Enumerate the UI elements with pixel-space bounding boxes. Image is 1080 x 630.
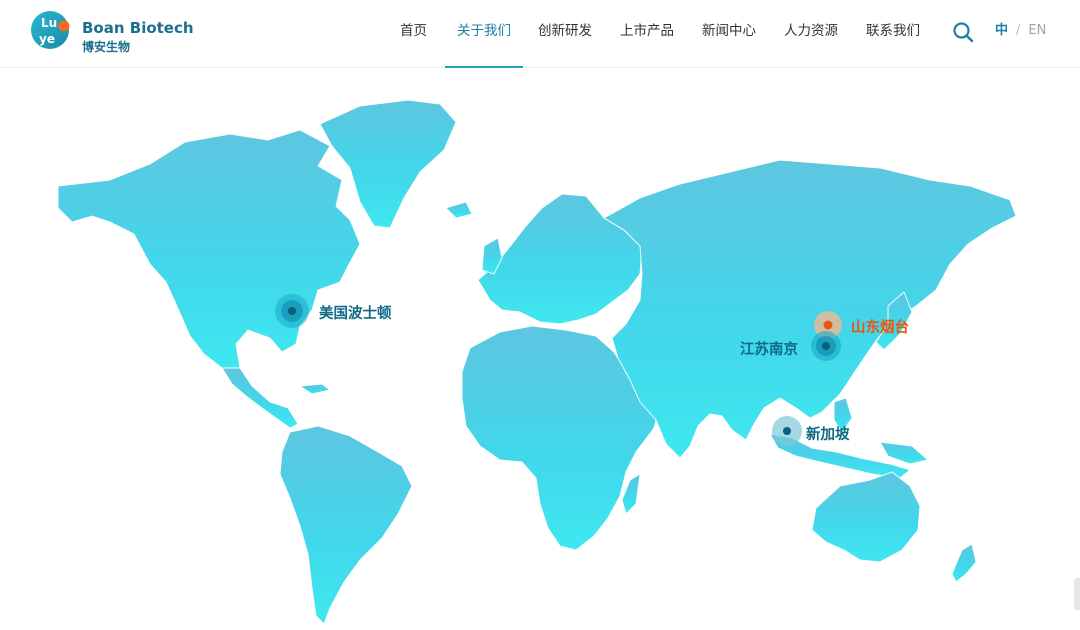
- continent-asia: [603, 159, 1017, 459]
- svg-text:ye: ye: [39, 32, 55, 46]
- brand-name-cn: 博安生物: [82, 40, 131, 54]
- region-central-america: [221, 367, 299, 429]
- marker-boston[interactable]: [275, 294, 309, 328]
- luye-logo-icon: Lu ye: [31, 11, 70, 49]
- brand-name-en: Boan Biotech: [82, 19, 194, 37]
- brand-logo[interactable]: Lu ye Boan Biotech 博安生物: [30, 8, 194, 58]
- region-new-guinea: [879, 441, 929, 465]
- region-new-zealand: [951, 543, 977, 583]
- continent-south-america: [279, 425, 413, 625]
- nav-hr[interactable]: 人力资源: [784, 0, 838, 67]
- nav-contact[interactable]: 联系我们: [866, 0, 920, 67]
- region-iceland: [445, 201, 473, 219]
- lang-separator: /: [1016, 23, 1021, 38]
- location-label-yantai[interactable]: 山东烟台: [851, 316, 909, 337]
- region-caribbean: [299, 383, 331, 395]
- location-label-nanjing[interactable]: 江苏南京: [740, 338, 798, 359]
- search-icon[interactable]: [951, 20, 975, 44]
- world-map-graphic: [57, 99, 1017, 625]
- region-greenland: [319, 99, 457, 229]
- location-label-boston[interactable]: 美国波士顿: [319, 302, 392, 323]
- nav-research[interactable]: 创新研发: [538, 0, 592, 67]
- nav-about-us[interactable]: 关于我们: [445, 0, 523, 68]
- marker-nanjing[interactable]: [811, 331, 841, 361]
- nav-products[interactable]: 上市产品: [620, 0, 674, 67]
- continent-australia: [811, 471, 921, 563]
- nav-news[interactable]: 新闻中心: [702, 0, 756, 67]
- world-map: 美国波士顿 山东烟台 江苏南京 新加坡: [0, 68, 1080, 630]
- location-label-singapore[interactable]: 新加坡: [806, 423, 850, 444]
- language-switcher: 中 / EN: [995, 0, 1046, 62]
- lang-chinese[interactable]: 中: [995, 23, 1008, 38]
- site-header: Lu ye Boan Biotech 博安生物 首页 关于我们 创新研发 上市产…: [0, 0, 1080, 68]
- continent-north-america: [57, 129, 361, 369]
- lang-english[interactable]: EN: [1028, 23, 1046, 38]
- marker-singapore[interactable]: [772, 416, 802, 446]
- nav-home[interactable]: 首页: [400, 0, 427, 67]
- scroll-to-top-handle[interactable]: [1074, 578, 1080, 610]
- region-madagascar: [621, 473, 641, 515]
- svg-text:Lu: Lu: [41, 16, 57, 30]
